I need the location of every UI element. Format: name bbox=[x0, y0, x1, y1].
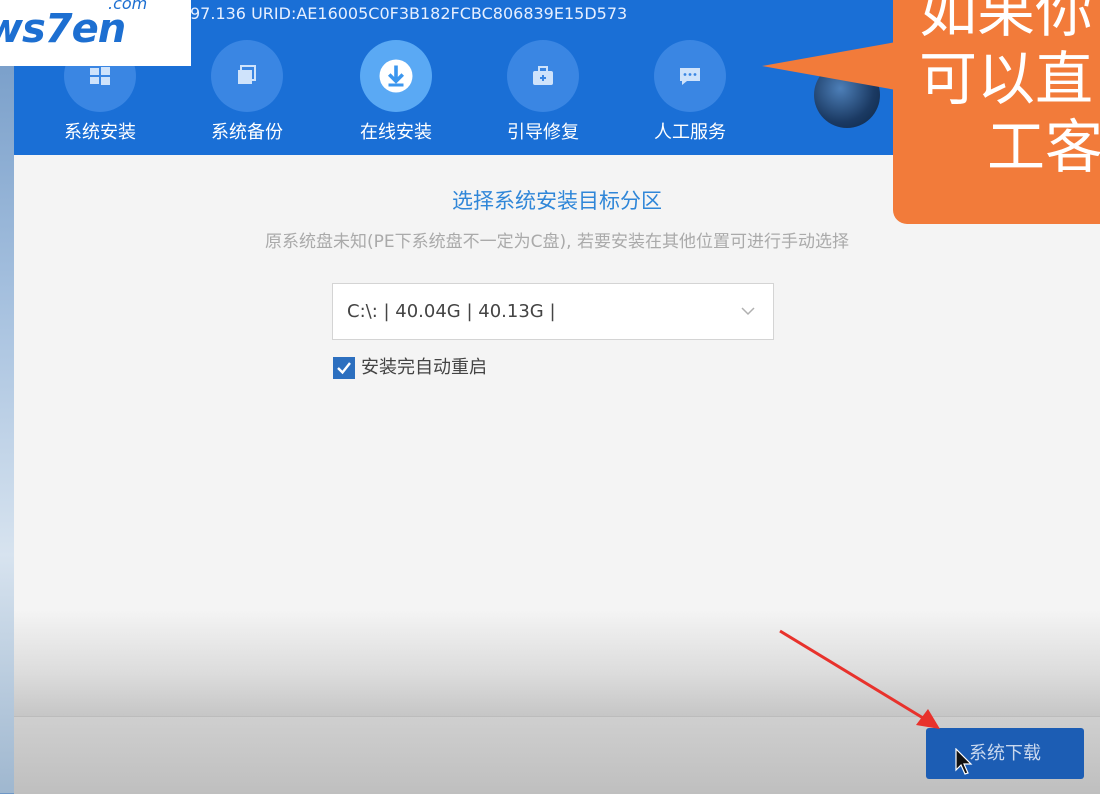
logo-text: ws7en bbox=[0, 6, 126, 52]
nav-label: 在线安装 bbox=[360, 122, 432, 143]
checkmark-icon bbox=[337, 362, 351, 375]
annotation-callout: 如果你 可以直 工客 bbox=[893, 0, 1100, 224]
callout-pointer bbox=[762, 42, 896, 90]
nav-boot-repair[interactable]: 引导修复 bbox=[483, 40, 603, 150]
nav-label: 人工服务 bbox=[654, 122, 726, 143]
nav-online-install[interactable]: 在线安装 bbox=[336, 40, 456, 150]
backup-icon bbox=[211, 40, 283, 112]
chevron-down-icon bbox=[741, 307, 755, 316]
callout-line: 工客 bbox=[987, 113, 1100, 181]
download-icon bbox=[360, 40, 432, 112]
logo-suffix: .com bbox=[108, 0, 148, 13]
annotation-arrow bbox=[779, 629, 940, 729]
callout-line: 如果你 bbox=[919, 0, 1094, 45]
chat-icon bbox=[654, 40, 726, 112]
nav-manual-service[interactable]: 人工服务 bbox=[630, 40, 750, 150]
partition-select-value: C:\: | 40.04G | 40.13G | bbox=[347, 301, 556, 322]
nav-system-backup[interactable]: 系统备份 bbox=[187, 40, 307, 150]
auto-restart-label: 安装完自动重启 bbox=[361, 357, 487, 378]
toolbox-icon bbox=[507, 40, 579, 112]
mouse-cursor-icon bbox=[955, 748, 973, 775]
auto-restart-checkbox[interactable] bbox=[333, 357, 355, 379]
callout-line: 可以直 bbox=[919, 45, 1094, 113]
nav-label: 系统安装 bbox=[64, 122, 136, 143]
nav-label: 引导修复 bbox=[507, 122, 579, 143]
site-logo: ws7en .com bbox=[0, 0, 191, 66]
nav-label: 系统备份 bbox=[211, 122, 283, 143]
page-subtitle: 原系统盘未知(PE下系统盘不一定为C盘), 若要安装在其他位置可进行手动选择 bbox=[265, 232, 849, 252]
urid-info: 97.136 URID:AE16005C0F3B182FCBC806839E15… bbox=[190, 4, 628, 23]
partition-select[interactable]: C:\: | 40.04G | 40.13G | bbox=[332, 283, 774, 340]
